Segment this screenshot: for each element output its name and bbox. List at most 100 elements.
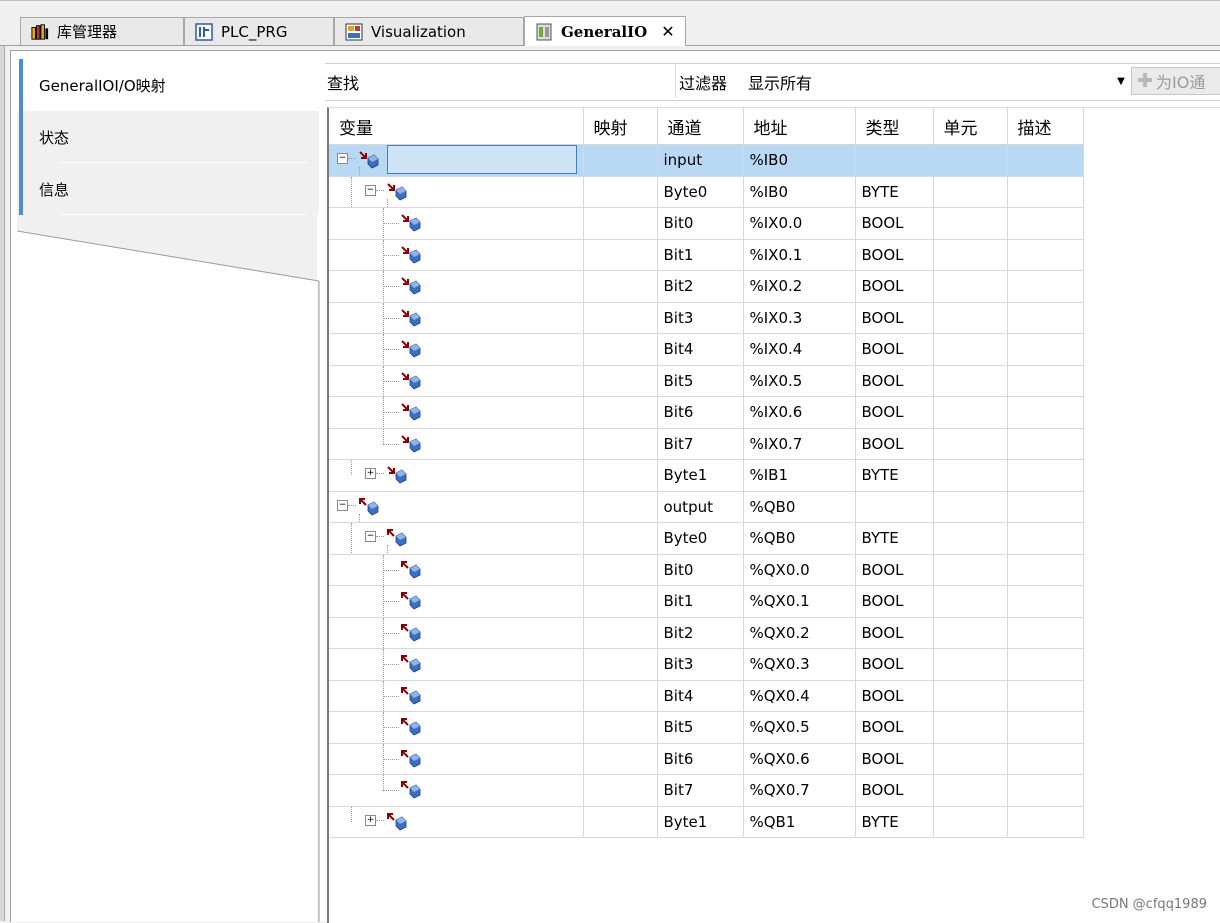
variable-edit-input[interactable]: [387, 145, 577, 175]
mapping-cell[interactable]: [583, 428, 658, 460]
unit-cell[interactable]: [933, 207, 1008, 240]
tab-generalio[interactable]: GeneralIO ✕: [524, 16, 686, 46]
mapping-cell[interactable]: [583, 554, 658, 586]
table-row[interactable]: Bit6 %QX0.6 BOOL: [329, 743, 1084, 775]
tab-visualization[interactable]: Visualization: [334, 17, 524, 45]
side-tab-status[interactable]: 状态: [19, 111, 319, 163]
variable-cell[interactable]: −: [329, 522, 584, 555]
mapping-cell[interactable]: [583, 239, 658, 271]
variable-cell[interactable]: [329, 585, 584, 618]
variable-cell[interactable]: [329, 774, 584, 807]
table-row[interactable]: − output %QB0: [329, 491, 1084, 523]
description-cell[interactable]: [1007, 207, 1084, 240]
unit-cell[interactable]: [933, 648, 1008, 681]
mapping-cell[interactable]: [583, 333, 658, 366]
table-row[interactable]: Bit1 %IX0.1 BOOL: [329, 239, 1084, 271]
description-cell[interactable]: [1007, 365, 1084, 397]
description-cell[interactable]: [1007, 333, 1084, 366]
unit-cell[interactable]: [933, 459, 1008, 492]
variable-cell[interactable]: +: [329, 459, 584, 492]
mapping-cell[interactable]: [583, 144, 658, 177]
filter-select[interactable]: 显示所有: [748, 70, 812, 94]
mapping-cell[interactable]: [583, 522, 658, 555]
description-cell[interactable]: [1007, 585, 1084, 618]
variable-cell[interactable]: [329, 617, 584, 649]
description-cell[interactable]: [1007, 648, 1084, 681]
description-cell[interactable]: [1007, 270, 1084, 303]
mapping-cell[interactable]: [583, 365, 658, 397]
variable-cell[interactable]: [329, 333, 584, 366]
mapping-cell[interactable]: [583, 617, 658, 649]
variable-cell[interactable]: [329, 743, 584, 775]
description-cell[interactable]: [1007, 396, 1084, 429]
variable-cell[interactable]: −: [329, 491, 584, 523]
collapse-icon[interactable]: −: [337, 499, 348, 511]
mapping-cell[interactable]: [583, 491, 658, 523]
mapping-cell[interactable]: [583, 774, 658, 807]
column-header-mapping[interactable]: 映射: [583, 108, 658, 145]
table-row[interactable]: Bit3 %IX0.3 BOOL: [329, 302, 1084, 334]
unit-cell[interactable]: [933, 428, 1008, 460]
variable-cell[interactable]: [329, 428, 584, 460]
variable-cell[interactable]: −: [329, 176, 584, 208]
tab-library-manager[interactable]: 库管理器: [20, 17, 184, 45]
unit-cell[interactable]: [933, 144, 1008, 177]
description-cell[interactable]: [1007, 176, 1084, 208]
table-row[interactable]: Bit0 %IX0.0 BOOL: [329, 207, 1084, 240]
find-input[interactable]: [365, 64, 676, 98]
description-cell[interactable]: [1007, 743, 1084, 775]
description-cell[interactable]: [1007, 491, 1084, 523]
description-cell[interactable]: [1007, 302, 1084, 334]
description-cell[interactable]: [1007, 428, 1084, 460]
variable-cell[interactable]: [329, 207, 584, 240]
unit-cell[interactable]: [933, 333, 1008, 366]
mapping-cell[interactable]: [583, 743, 658, 775]
unit-cell[interactable]: [933, 270, 1008, 303]
unit-cell[interactable]: [933, 522, 1008, 555]
variable-cell[interactable]: [329, 554, 584, 586]
variable-cell[interactable]: [329, 648, 584, 681]
description-cell[interactable]: [1007, 144, 1084, 177]
add-fb-for-io-channel-button[interactable]: 为IO通: [1131, 67, 1220, 95]
column-header-unit[interactable]: 单元: [933, 108, 1008, 145]
unit-cell[interactable]: [933, 396, 1008, 429]
description-cell[interactable]: [1007, 680, 1084, 712]
column-header-description[interactable]: 描述: [1007, 108, 1084, 145]
mapping-cell[interactable]: [583, 396, 658, 429]
side-tab-io-mapping[interactable]: GeneralIOI/O映射: [19, 59, 319, 111]
close-icon[interactable]: ✕: [661, 22, 674, 41]
column-header-address[interactable]: 地址: [743, 108, 856, 145]
variable-cell[interactable]: [329, 239, 584, 271]
table-row[interactable]: Bit3 %QX0.3 BOOL: [329, 648, 1084, 681]
unit-cell[interactable]: [933, 176, 1008, 208]
table-row[interactable]: Bit5 %IX0.5 BOOL: [329, 365, 1084, 397]
unit-cell[interactable]: [933, 743, 1008, 775]
column-header-type[interactable]: 类型: [855, 108, 934, 145]
expand-icon[interactable]: +: [365, 468, 376, 480]
table-row[interactable]: + Byte1 %QB1 BYTE: [329, 806, 1084, 838]
collapse-icon[interactable]: −: [337, 153, 348, 165]
table-row[interactable]: − Byte0 %IB0 BYTE: [329, 176, 1084, 208]
table-row[interactable]: + Byte1 %IB1 BYTE: [329, 459, 1084, 492]
description-cell[interactable]: [1007, 239, 1084, 271]
mapping-cell[interactable]: [583, 806, 658, 838]
unit-cell[interactable]: [933, 491, 1008, 523]
table-row[interactable]: Bit7 %QX0.7 BOOL: [329, 774, 1084, 807]
description-cell[interactable]: [1007, 711, 1084, 744]
description-cell[interactable]: [1007, 806, 1084, 838]
expand-icon[interactable]: +: [365, 814, 376, 826]
description-cell[interactable]: [1007, 459, 1084, 492]
table-row[interactable]: Bit7 %IX0.7 BOOL: [329, 428, 1084, 460]
table-row[interactable]: − input %IB0: [329, 144, 1084, 177]
column-header-variable[interactable]: 变量: [329, 108, 584, 145]
mapping-cell[interactable]: [583, 207, 658, 240]
unit-cell[interactable]: [933, 554, 1008, 586]
variable-cell[interactable]: [329, 270, 584, 303]
variable-cell[interactable]: [329, 302, 584, 334]
mapping-cell[interactable]: [583, 585, 658, 618]
mapping-cell[interactable]: [583, 711, 658, 744]
mapping-cell[interactable]: [583, 459, 658, 492]
description-cell[interactable]: [1007, 617, 1084, 649]
unit-cell[interactable]: [933, 617, 1008, 649]
table-row[interactable]: Bit5 %QX0.5 BOOL: [329, 711, 1084, 744]
